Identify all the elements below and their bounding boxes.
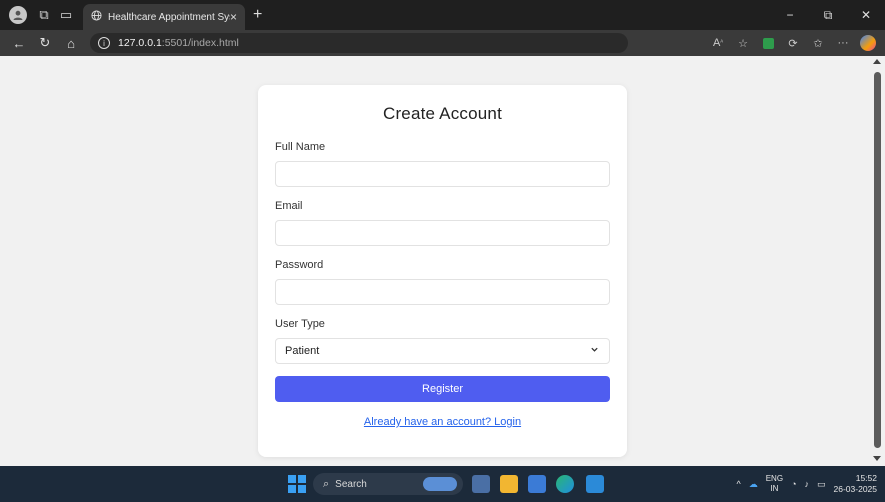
user-type-value: Patient <box>285 345 320 357</box>
password-label: Password <box>275 259 324 271</box>
clock-time: 15:52 <box>855 473 877 483</box>
tab-healthcare[interactable]: Healthcare Appointment System × <box>83 4 245 30</box>
full-name-label: Full Name <box>275 141 326 153</box>
tab-actions-icon[interactable]: ▭ <box>55 4 77 26</box>
taskbar-search[interactable]: ⌕ Search <box>313 473 463 495</box>
favorite-icon[interactable]: ☆ <box>732 32 754 54</box>
new-tab-button[interactable]: + <box>253 6 262 24</box>
split-screen-icon[interactable]: ⟳ <box>782 32 804 54</box>
tray-overflow-icon[interactable]: ^ <box>736 479 740 489</box>
scroll-thumb[interactable] <box>874 72 881 448</box>
windows-taskbar: ⌕ Search ^ ☁ ENG IN ◔ ♪ ▭ 15:52 26-03-20… <box>0 466 885 502</box>
full-name-input[interactable] <box>275 161 610 187</box>
profile-icon[interactable] <box>9 6 27 24</box>
search-highlight-icon <box>423 477 457 491</box>
copilot-icon[interactable] <box>857 32 879 54</box>
volume-icon[interactable]: ♪ <box>805 479 810 489</box>
task-view-icon[interactable] <box>472 475 490 493</box>
search-label: Search <box>335 478 367 490</box>
user-type-select[interactable]: Patient <box>275 338 610 364</box>
windows-start-icon[interactable] <box>288 475 306 493</box>
clock[interactable]: 15:52 26-03-2025 <box>834 473 877 495</box>
wifi-icon[interactable]: ◔ <box>791 479 796 489</box>
extension-icon[interactable] <box>757 32 779 54</box>
favorites-bar-icon[interactable]: ✩ <box>807 32 829 54</box>
edge-icon[interactable] <box>556 475 574 493</box>
refresh-icon[interactable]: ↻ <box>32 32 58 54</box>
chevron-down-icon <box>590 345 599 357</box>
file-explorer-icon[interactable] <box>500 475 518 493</box>
email-label: Email <box>275 200 303 212</box>
address-bar-row: ← ↻ ⌂ i 127.0.0.1:5501/index.html Aᴬ ☆ ⟳… <box>0 30 885 56</box>
globe-icon <box>91 10 102 24</box>
read-aloud-icon[interactable]: Aᴬ <box>707 32 729 54</box>
battery-icon[interactable]: ▭ <box>817 479 826 490</box>
minimize-button[interactable]: − <box>771 0 809 30</box>
scroll-up-icon[interactable] <box>873 59 881 64</box>
tab-title: Healthcare Appointment System <box>108 11 230 23</box>
info-icon[interactable]: i <box>98 37 110 49</box>
url-path: :5501/index.html <box>161 37 239 49</box>
url-host: 127.0.0.1 <box>118 37 162 49</box>
scroll-down-icon[interactable] <box>873 456 881 461</box>
page-title: Create Account <box>382 104 503 123</box>
close-window-button[interactable]: ✕ <box>847 0 885 30</box>
search-icon: ⌕ <box>323 477 330 490</box>
restore-button[interactable]: ⧉ <box>809 0 847 30</box>
lang-bottom: IN <box>770 484 779 493</box>
email-input[interactable] <box>275 220 610 246</box>
browser-tab-bar: ⧉ ▭ Healthcare Appointment System × + − … <box>0 0 885 30</box>
workspaces-icon[interactable]: ⧉ <box>33 4 55 26</box>
language-indicator[interactable]: ENG IN <box>766 474 783 494</box>
home-icon[interactable]: ⌂ <box>58 32 84 54</box>
lang-top: ENG <box>765 474 784 483</box>
page-viewport: Create Account Full Name Email Password … <box>0 56 870 466</box>
vscode-icon[interactable] <box>586 475 604 493</box>
user-type-label: User Type <box>275 318 325 330</box>
onedrive-icon[interactable]: ☁ <box>749 479 758 490</box>
back-icon[interactable]: ← <box>6 32 32 54</box>
register-button[interactable]: Register <box>275 376 610 402</box>
registration-card: Create Account Full Name Email Password … <box>258 85 627 457</box>
clock-date: 26-03-2025 <box>833 484 877 494</box>
page-scrollbar[interactable] <box>870 56 885 466</box>
close-tab-icon[interactable]: × <box>230 10 237 24</box>
login-link[interactable]: Already have an account? Login <box>258 416 627 428</box>
store-icon[interactable] <box>528 475 546 493</box>
more-icon[interactable]: ··· <box>832 32 854 54</box>
url-field[interactable]: i 127.0.0.1:5501/index.html <box>90 33 628 53</box>
password-input[interactable] <box>275 279 610 305</box>
